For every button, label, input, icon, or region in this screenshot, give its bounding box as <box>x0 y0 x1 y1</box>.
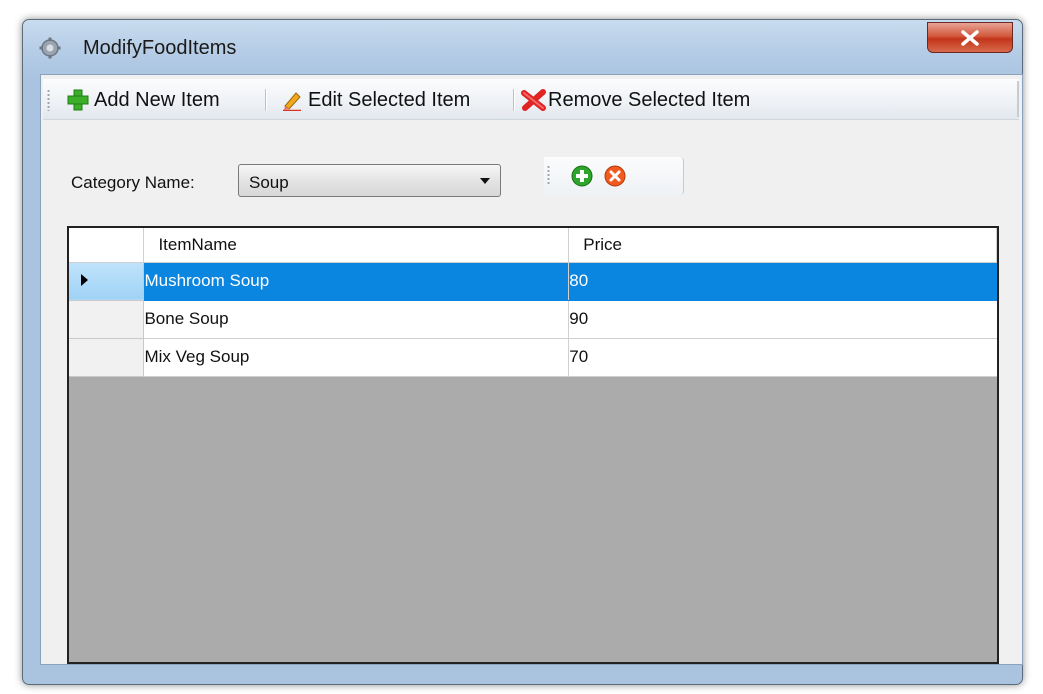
toolbar-grip[interactable] <box>47 89 50 111</box>
row-header[interactable] <box>69 338 145 377</box>
add-new-item-button[interactable]: Add New Item <box>67 87 220 113</box>
toolbar-separator <box>265 89 267 111</box>
remove-selected-item-label: Remove Selected Item <box>548 88 751 111</box>
category-toolbar <box>544 157 684 195</box>
toolbar-grip[interactable] <box>547 165 550 185</box>
client-area: Add New Item Edit Selected Item Remove S… <box>40 74 1023 665</box>
close-icon <box>961 30 979 46</box>
food-items-grid[interactable]: ItemName Price Mushroom Soup 80 Bone Sou… <box>67 226 999 664</box>
add-circle-icon[interactable] <box>571 165 593 187</box>
toolbar-edge <box>1017 81 1019 117</box>
category-combobox[interactable]: Soup <box>238 164 501 197</box>
category-selected-value: Soup <box>249 173 289 192</box>
plus-icon <box>67 89 89 111</box>
price-cell[interactable]: 70 <box>568 338 997 377</box>
current-row-arrow-icon <box>81 274 88 286</box>
grid-corner-header[interactable] <box>69 228 145 263</box>
column-header-itemname[interactable]: ItemName <box>143 228 570 263</box>
item-name-cell[interactable]: Mix Veg Soup <box>143 338 570 377</box>
toolbar-separator <box>513 89 515 111</box>
grid-header-row: ItemName Price <box>69 228 997 263</box>
remove-circle-icon[interactable] <box>604 165 626 187</box>
main-toolbar: Add New Item Edit Selected Item Remove S… <box>43 79 1019 120</box>
title-bar[interactable]: ModifyFoodItems <box>23 20 1022 74</box>
table-row[interactable]: Mix Veg Soup 70 <box>69 338 997 377</box>
food-items-table: ItemName Price Mushroom Soup 80 Bone Sou… <box>69 228 997 377</box>
remove-selected-item-button[interactable]: Remove Selected Item <box>521 87 750 113</box>
x-mark-icon <box>521 89 546 111</box>
column-header-price[interactable]: Price <box>568 228 997 263</box>
item-name-cell[interactable]: Mushroom Soup <box>143 262 570 301</box>
add-new-item-label: Add New Item <box>94 88 220 111</box>
category-name-label: Category Name: <box>71 173 195 192</box>
close-button[interactable] <box>927 22 1013 53</box>
chevron-down-icon[interactable] <box>480 178 490 184</box>
modify-food-items-window: ModifyFoodItems Add New Item Edit Select… <box>22 19 1023 685</box>
item-name-cell[interactable]: Bone Soup <box>143 300 570 339</box>
row-header[interactable] <box>69 262 145 301</box>
pencil-icon <box>281 89 303 112</box>
price-cell[interactable]: 80 <box>568 262 997 301</box>
table-row[interactable]: Bone Soup 90 <box>69 300 997 339</box>
edit-selected-item-button[interactable]: Edit Selected Item <box>281 87 470 113</box>
window-title: ModifyFoodItems <box>83 37 237 59</box>
price-cell[interactable]: 90 <box>568 300 997 339</box>
gear-icon <box>39 37 61 59</box>
table-row[interactable]: Mushroom Soup 80 <box>69 262 997 301</box>
edit-selected-item-label: Edit Selected Item <box>308 88 471 111</box>
row-header[interactable] <box>69 300 145 339</box>
